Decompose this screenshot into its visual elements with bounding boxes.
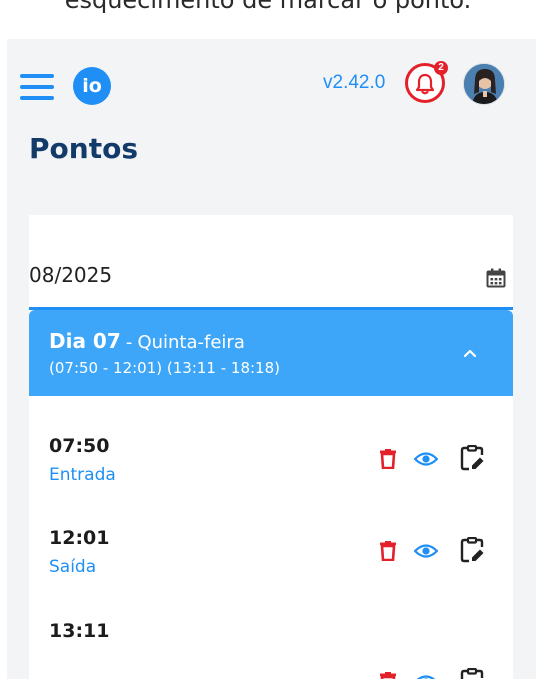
notification-badge: 2: [434, 61, 448, 75]
list-item: 07:50 Entrada: [29, 435, 513, 505]
entry-type: Entrada: [49, 465, 116, 485]
menu-icon[interactable]: [20, 74, 54, 100]
trash-icon[interactable]: [380, 541, 396, 561]
day-card: Dia 07 - Quinta-feira (07:50 - 12:01) (1…: [29, 310, 513, 679]
calendar-icon[interactable]: [486, 268, 506, 288]
entry-time: 13:11: [49, 620, 110, 642]
day-title: Dia 07 - Quinta-feira: [49, 329, 245, 353]
bell-icon: [415, 73, 435, 95]
day-time-range: (07:50 - 12:01) (13:11 - 18:18): [49, 359, 280, 377]
page-caption: esquecimento de marcar o ponto.: [64, 0, 472, 14]
trash-icon[interactable]: [380, 449, 396, 469]
avatar-image: [464, 64, 504, 104]
list-item: 12:01 Saída: [29, 527, 513, 597]
app-logo: io: [73, 67, 111, 105]
clipboard-edit-icon[interactable]: [460, 537, 484, 563]
eye-icon[interactable]: [414, 451, 438, 467]
day-number: Dia 07: [49, 329, 121, 353]
clipboard-edit-icon[interactable]: [460, 445, 484, 471]
day-weekday: Quinta-feira: [137, 332, 245, 353]
trash-icon[interactable]: [380, 672, 396, 679]
clipboard-edit-icon[interactable]: [460, 668, 484, 679]
eye-icon[interactable]: [414, 543, 438, 559]
month-date-field[interactable]: 08/2025: [29, 215, 513, 315]
user-avatar[interactable]: [463, 63, 505, 105]
day-header[interactable]: Dia 07 - Quinta-feira (07:50 - 12:01) (1…: [29, 310, 513, 396]
app-version: v2.42.0: [323, 72, 386, 93]
entry-time: 07:50: [49, 435, 110, 457]
entry-time: 12:01: [49, 527, 110, 549]
list-item: 13:11: [29, 620, 513, 679]
month-date-value[interactable]: 08/2025: [29, 263, 112, 287]
eye-icon[interactable]: [414, 674, 438, 679]
chevron-up-icon[interactable]: [462, 347, 478, 359]
entry-type: Saída: [49, 557, 97, 577]
page-title: Pontos: [29, 132, 138, 165]
day-separator: -: [125, 332, 133, 353]
